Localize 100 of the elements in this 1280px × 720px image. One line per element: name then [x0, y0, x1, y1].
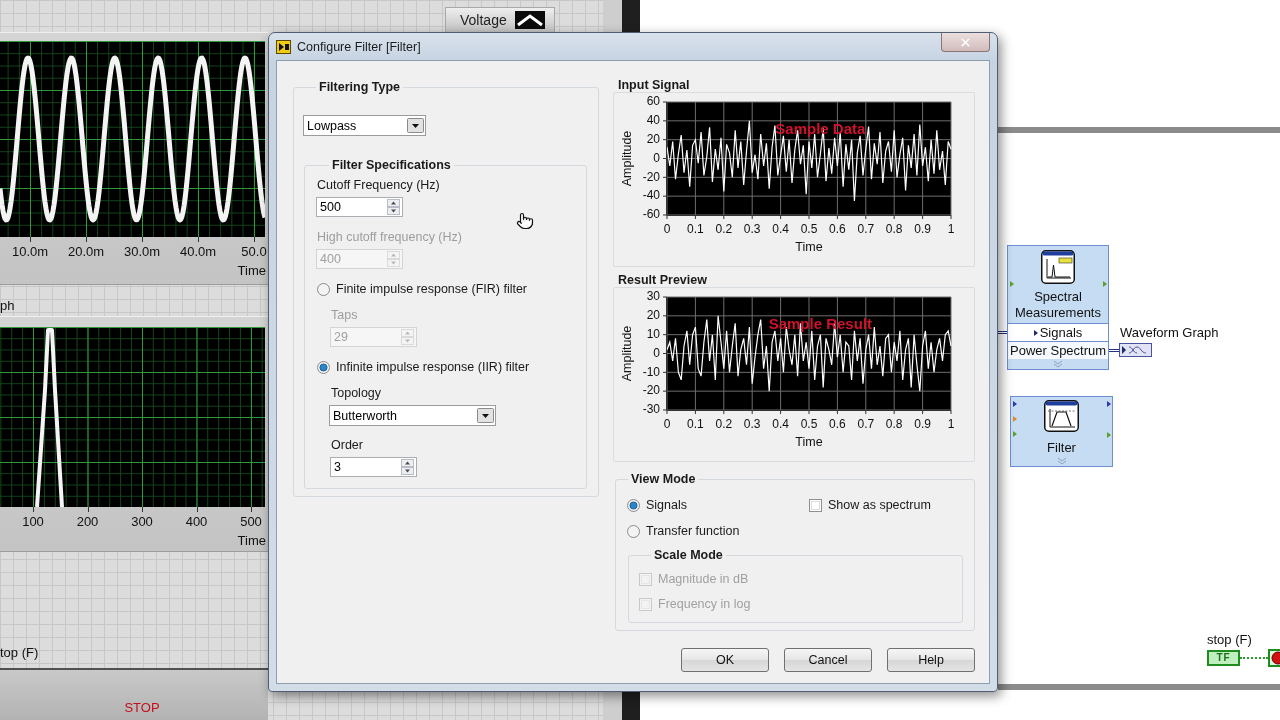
graph-terminal-icon[interactable]	[1119, 343, 1152, 357]
tick-label: -20	[642, 169, 660, 184]
tick-label: 0.3	[743, 222, 761, 237]
tick-label: 0.5	[800, 222, 818, 237]
ok-button[interactable]: OK	[681, 648, 769, 672]
app-icon	[276, 39, 291, 54]
tick-mark	[142, 507, 143, 512]
tick-label: 60	[646, 94, 660, 109]
spectrum-plot-icon	[1041, 250, 1075, 284]
tick-label: 1	[947, 417, 955, 432]
tick-label: 30	[646, 289, 660, 304]
close-button[interactable]	[941, 33, 990, 52]
checkbox-icon[interactable]	[809, 498, 822, 512]
tick-label: 0.3	[743, 417, 761, 432]
tick-mark	[30, 237, 31, 242]
tick-label: 500	[240, 514, 262, 529]
tick-label: -30	[642, 402, 660, 417]
tick-label: 40	[646, 113, 660, 127]
boolean-terminal[interactable]: TF	[1207, 650, 1240, 666]
legend-label: Voltage	[460, 12, 507, 28]
tick-mark	[33, 507, 34, 512]
terminal-row[interactable]: Power Spectrum	[1008, 341, 1108, 359]
tick-mark	[254, 237, 255, 242]
tick-label: 0.6	[829, 222, 846, 237]
tick-label: 0.9	[914, 222, 931, 237]
express-vi-node[interactable]: Spectral Measurements Signals Power Spectrum	[1007, 245, 1109, 370]
tick-label: -10	[642, 364, 660, 379]
axis-title: Time	[795, 240, 823, 255]
radio-icon[interactable]	[317, 282, 330, 296]
radio-icon[interactable]	[627, 524, 640, 538]
radio-icon[interactable]	[627, 498, 640, 512]
caret-icon[interactable]	[477, 408, 494, 423]
chart-title: Input Signal	[618, 79, 690, 92]
tick-label: 0.9	[914, 417, 931, 432]
group-title: Filter Specifications	[331, 158, 452, 173]
control-label: top (F)	[0, 645, 39, 660]
stop-condition-icon[interactable]	[1268, 649, 1280, 667]
tick-label: 0.1	[687, 222, 704, 237]
topology-dropdown[interactable]: Butterworth	[329, 405, 496, 426]
tick-label: -60	[642, 207, 660, 222]
radio-option[interactable]: Transfer function	[627, 524, 740, 538]
caret-icon[interactable]	[407, 118, 424, 133]
axis-title: Time	[237, 533, 266, 548]
field-label: Order	[331, 438, 363, 453]
terminal-arrow-icon	[1013, 416, 1017, 422]
terminal-arrow-icon	[1103, 281, 1107, 287]
tick-label: 0	[663, 222, 671, 237]
radio-option[interactable]: Signals	[627, 498, 687, 512]
group-title: Filtering Type	[318, 80, 402, 95]
tick-label: -40	[642, 188, 660, 203]
tick-label: 40.0m	[179, 244, 217, 259]
tick-label: 20	[646, 308, 660, 322]
radio-icon[interactable]	[317, 360, 330, 374]
axis-title: Time	[237, 263, 266, 278]
tick-label: 0.5	[800, 417, 818, 432]
tick-label: 0	[663, 417, 671, 432]
node-title: Spectral Measurements	[1014, 289, 1102, 321]
axis-title: Amplitude	[620, 130, 635, 187]
number-field[interactable]: 3	[330, 457, 417, 477]
checkbox-option[interactable]: Show as spectrum	[809, 498, 931, 512]
group-title: View Mode	[630, 472, 697, 487]
close-icon	[959, 35, 972, 49]
wire	[1109, 349, 1119, 352]
field-label: High cutoff frequency (Hz)	[317, 230, 462, 245]
spinner-icon[interactable]	[401, 459, 414, 475]
tick-label: 10.0m	[11, 244, 49, 259]
chart-annotation: Sample Result	[768, 315, 873, 333]
tick-label: 30.0m	[123, 244, 161, 259]
tick-label: 50.0	[241, 244, 267, 259]
cancel-button[interactable]: Cancel	[784, 648, 872, 672]
tick-label: 0.2	[715, 417, 733, 432]
terminal-row[interactable]: Signals	[1008, 323, 1108, 341]
tick-mark	[86, 237, 87, 242]
tick-mark	[198, 237, 199, 242]
number-field[interactable]: 500	[316, 197, 403, 217]
express-vi-node[interactable]: Filter	[1010, 396, 1113, 467]
tick-label: 300	[131, 514, 153, 529]
hand-cursor-icon	[516, 212, 534, 230]
tick-label: 20.0m	[67, 244, 105, 259]
spinner-icon[interactable]	[387, 199, 400, 215]
chart-annotation: Sample Data	[775, 120, 866, 138]
axis-title: Amplitude	[620, 325, 635, 382]
field-label: Topology	[331, 386, 382, 401]
tick-label: 0.6	[829, 417, 846, 432]
tick-label: 0.8	[885, 222, 903, 237]
terminal-label: stop (F)	[1207, 632, 1252, 647]
graph-label: ph	[0, 298, 15, 313]
tick-label: 0.4	[772, 222, 789, 237]
terminal-arrow-icon	[1107, 401, 1111, 407]
tick-label: 0.7	[857, 417, 875, 432]
filter-type-dropdown[interactable]: Lowpass	[303, 115, 426, 136]
help-button[interactable]: Help	[887, 648, 975, 672]
tick-label: 0.2	[715, 222, 733, 237]
tick-mark	[251, 507, 252, 512]
tick-label: 400	[185, 514, 208, 529]
node-title: Filter	[1046, 440, 1077, 456]
terminal-arrow-icon	[1013, 431, 1017, 437]
terminal-arrow-icon	[1010, 281, 1014, 287]
radio-option[interactable]: Finite impulse response (FIR) filter	[317, 282, 528, 296]
radio-option[interactable]: Infinite impulse response (IIR) filter	[317, 360, 530, 374]
